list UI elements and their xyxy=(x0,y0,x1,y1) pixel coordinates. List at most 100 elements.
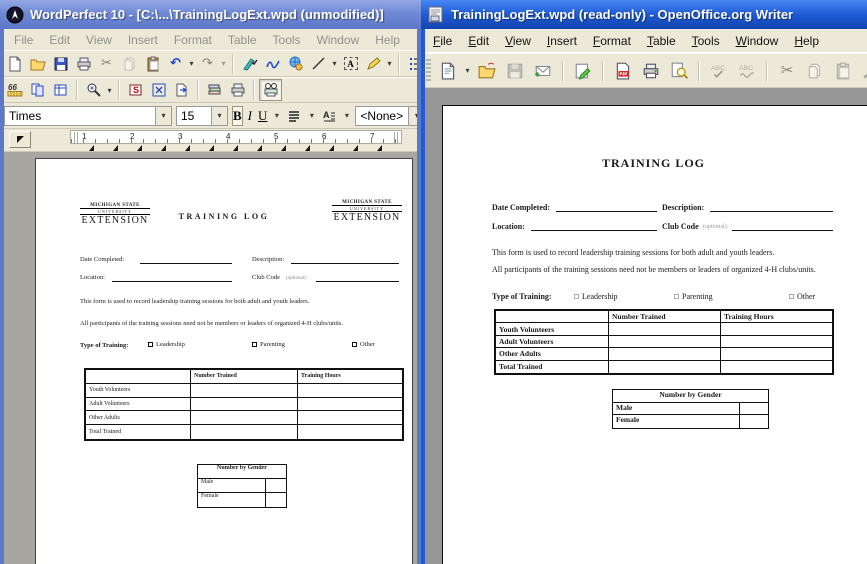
new-document-button[interactable] xyxy=(3,53,26,75)
tab-stop-marker[interactable] xyxy=(281,145,286,151)
paste-button[interactable] xyxy=(141,53,164,75)
wp-titlebar[interactable]: WordPerfect 10 - [C:\...\TrainingLogExt.… xyxy=(0,0,421,29)
new-page-icon xyxy=(7,56,23,72)
tab-stop-marker[interactable] xyxy=(185,145,190,151)
oo-page[interactable]: TRAINING LOG Date Completed: Description… xyxy=(442,105,867,564)
styles-combo[interactable]: <None> ▾ xyxy=(355,106,421,126)
gender-row-label: Male xyxy=(198,479,266,493)
wp-menu-format[interactable]: Format xyxy=(166,33,220,47)
page-table-button[interactable] xyxy=(49,79,72,101)
print-preview-button[interactable] xyxy=(259,79,282,101)
bold-button[interactable]: B xyxy=(232,106,243,126)
tab-stops-row[interactable] xyxy=(89,145,401,152)
wp-menu-tools[interactable]: Tools xyxy=(265,33,309,47)
stylebook-button[interactable]: S xyxy=(124,79,147,101)
fit-page-button[interactable] xyxy=(147,79,170,101)
table-header: Number Trained xyxy=(609,311,721,323)
print-button[interactable] xyxy=(638,60,664,82)
oo-menu-file[interactable]: File xyxy=(425,34,460,48)
highlighter-dropdown[interactable]: ▾ xyxy=(385,59,394,68)
tab-selector-button[interactable] xyxy=(9,131,31,148)
italic-button[interactable]: I xyxy=(247,106,253,126)
oo-menu-help[interactable]: Help xyxy=(786,34,827,48)
toolbar-separator xyxy=(602,61,604,81)
print-history-button[interactable] xyxy=(203,79,226,101)
print-document-button[interactable] xyxy=(226,79,249,101)
table-cell xyxy=(86,370,191,384)
checkbox-other: Other xyxy=(789,292,815,301)
oo-menu-edit[interactable]: Edit xyxy=(460,34,497,48)
wp-page[interactable]: MICHIGAN STATE UNIVERSITY EXTENSION TRAI… xyxy=(35,158,413,564)
zoom-button[interactable] xyxy=(82,79,105,101)
chevron-down-icon[interactable]: ▾ xyxy=(211,107,227,125)
font-size-combo[interactable]: 15 ▾ xyxy=(176,106,228,126)
undo-dropdown[interactable]: ▾ xyxy=(187,59,196,68)
shadow-cursor-button[interactable] xyxy=(261,53,284,75)
quickformat-button[interactable] xyxy=(238,53,261,75)
highlighter-button[interactable] xyxy=(362,53,385,75)
email-document-button[interactable] xyxy=(530,60,556,82)
wp-menu-edit[interactable]: Edit xyxy=(41,33,78,47)
oo-menu-table[interactable]: Table xyxy=(639,34,684,48)
tab-stop-marker[interactable] xyxy=(137,145,142,151)
line-spacing-button[interactable]: A xyxy=(320,105,338,127)
underline-button[interactable]: U xyxy=(257,106,268,126)
right-margin-marker[interactable] xyxy=(394,132,398,143)
new-document-button[interactable] xyxy=(435,60,461,82)
chevron-down-icon[interactable]: ▾ xyxy=(155,107,171,125)
tab-stop-marker[interactable] xyxy=(329,145,334,151)
open-button[interactable] xyxy=(26,53,49,75)
field-underline xyxy=(316,274,399,282)
wp-menu-insert[interactable]: Insert xyxy=(120,33,166,47)
oo-menu-tools[interactable]: Tools xyxy=(684,34,728,48)
tab-stop-marker[interactable] xyxy=(305,145,310,151)
toolbar-grip[interactable] xyxy=(426,59,431,83)
line-spacing-dropdown[interactable]: ▾ xyxy=(342,111,351,120)
save-button[interactable] xyxy=(49,53,72,75)
tab-stop-marker[interactable] xyxy=(161,145,166,151)
oo-menu-window[interactable]: Window xyxy=(728,34,787,48)
wp-ruler[interactable]: 1 2 3 4 5 6 7 xyxy=(0,129,421,152)
wp-menu-help[interactable]: Help xyxy=(367,33,408,47)
tab-stop-marker[interactable] xyxy=(353,145,358,151)
draw-line-dropdown[interactable]: ▾ xyxy=(330,59,339,68)
paragraph-2: All participants of the training session… xyxy=(80,320,343,327)
wp-menu-view[interactable]: View xyxy=(78,33,120,47)
new-dropdown[interactable]: ▾ xyxy=(463,66,472,75)
page-preview-button[interactable] xyxy=(666,60,692,82)
tab-stop-marker[interactable] xyxy=(377,145,382,151)
justification-button[interactable] xyxy=(285,105,303,127)
oo-menu-insert[interactable]: Insert xyxy=(539,34,585,48)
open-button[interactable] xyxy=(474,60,500,82)
wp-window-title: WordPerfect 10 - [C:\...\TrainingLogExt.… xyxy=(30,7,384,22)
tab-stop-marker[interactable] xyxy=(209,145,214,151)
text-box-button[interactable]: A xyxy=(339,53,362,75)
font-face-combo[interactable]: Times ▾ xyxy=(4,106,172,126)
oo-menu-format[interactable]: Format xyxy=(585,34,639,48)
wp-menu-table[interactable]: Table xyxy=(220,33,265,47)
oo-titlebar[interactable]: TrainingLogExt.wpd (read-only) - OpenOff… xyxy=(421,0,867,29)
tab-stop-marker[interactable] xyxy=(113,145,118,151)
hyperlink-button[interactable] xyxy=(284,53,307,75)
open-folder-icon xyxy=(30,56,46,72)
wp-menu-file[interactable]: File xyxy=(6,33,41,47)
page-copy-button[interactable] xyxy=(26,79,49,101)
next-page-button[interactable] xyxy=(170,79,193,101)
tab-stop-marker[interactable] xyxy=(233,145,238,151)
print-preview-icon xyxy=(263,82,279,98)
export-pdf-button[interactable] xyxy=(610,60,636,82)
justification-dropdown[interactable]: ▾ xyxy=(307,111,316,120)
ruler-scale[interactable]: 1 2 3 4 5 6 7 xyxy=(70,130,402,144)
wp-menu-window[interactable]: Window xyxy=(309,33,368,47)
edit-file-button[interactable] xyxy=(570,60,596,82)
wordperfect-logo-icon xyxy=(6,6,24,24)
underline-dropdown[interactable]: ▾ xyxy=(272,111,281,120)
draw-line-button[interactable] xyxy=(307,53,330,75)
print-button[interactable] xyxy=(72,53,95,75)
tab-stop-marker[interactable] xyxy=(89,145,94,151)
tab-stop-marker[interactable] xyxy=(257,145,262,151)
zoom-dropdown[interactable]: ▾ xyxy=(105,86,114,95)
undo-button[interactable]: ↶ xyxy=(164,53,187,75)
quickwords-button[interactable]: 66 xyxy=(3,79,26,101)
oo-menu-view[interactable]: View xyxy=(497,34,539,48)
